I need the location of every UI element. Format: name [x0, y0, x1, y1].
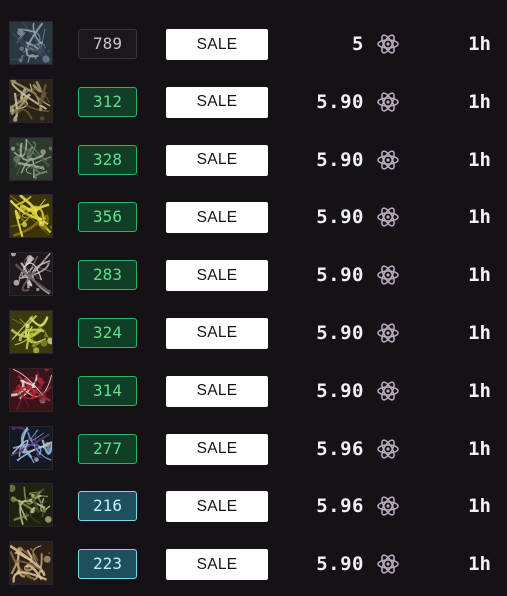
atom-icon	[376, 32, 400, 56]
rank-badge: 312	[78, 86, 137, 117]
rank-badge: 789	[78, 29, 137, 59]
time-remaining: 1h	[468, 33, 491, 55]
nft-thumbnail[interactable]	[9, 541, 53, 586]
atom-icon	[376, 437, 400, 461]
price-value: 5.90	[316, 379, 364, 402]
nft-thumbnail[interactable]	[9, 78, 53, 123]
listing-row: 216 SALE 5.96 1h	[0, 477, 507, 535]
rank-badge: 356	[78, 202, 137, 233]
sale-button[interactable]: SALE	[166, 375, 268, 407]
listing-row: 328 SALE 5.90 1h	[0, 131, 507, 189]
listing-list: 789 SALE 5 1h 312 SALE 5.90 1h 328 SALE …	[0, 15, 507, 593]
time-remaining: 1h	[468, 321, 491, 344]
atom-icon	[376, 321, 400, 345]
atom-icon	[376, 90, 400, 114]
listing-row: 324 SALE 5.90 1h	[0, 304, 507, 362]
price-value: 5.96	[316, 437, 364, 460]
price-value: 5.90	[316, 148, 364, 171]
listing-row: 312 SALE 5.90 1h	[0, 73, 507, 131]
price-value: 5.90	[316, 90, 364, 113]
price-value: 5.90	[316, 264, 364, 287]
time-remaining: 1h	[468, 90, 491, 113]
sale-button[interactable]: SALE	[166, 549, 268, 581]
listing-row: 277 SALE 5.96 1h	[0, 420, 507, 478]
rank-badge: 223	[78, 549, 137, 580]
atom-icon	[376, 205, 400, 229]
time-remaining: 1h	[468, 264, 491, 287]
nft-thumbnail[interactable]	[9, 252, 53, 297]
nft-thumbnail[interactable]	[9, 483, 53, 528]
rank-badge: 277	[78, 433, 137, 464]
sale-button[interactable]: SALE	[166, 86, 268, 118]
listing-row: 314 SALE 5.90 1h	[0, 362, 507, 420]
nft-thumbnail[interactable]	[9, 367, 53, 412]
rank-badge: 314	[78, 375, 137, 406]
sale-button[interactable]: SALE	[166, 29, 268, 60]
atom-icon	[376, 379, 400, 403]
rank-badge: 324	[78, 317, 137, 348]
atom-icon	[376, 494, 400, 518]
time-remaining: 1h	[468, 553, 491, 576]
time-remaining: 1h	[468, 437, 491, 460]
sale-button[interactable]: SALE	[166, 260, 268, 292]
sale-button[interactable]: SALE	[166, 202, 268, 234]
nft-thumbnail[interactable]	[9, 425, 53, 470]
rank-badge: 328	[78, 144, 137, 175]
atom-icon	[376, 552, 400, 576]
time-remaining: 1h	[468, 495, 491, 518]
price-value: 5.90	[316, 321, 364, 344]
nft-thumbnail[interactable]	[9, 136, 53, 181]
nft-thumbnail[interactable]	[9, 309, 53, 354]
listing-row: 223 SALE 5.90 1h	[0, 535, 507, 593]
listing-row: 283 SALE 5.90 1h	[0, 246, 507, 304]
sale-button[interactable]: SALE	[166, 491, 268, 523]
price-value: 5.90	[316, 553, 364, 576]
sale-button[interactable]: SALE	[166, 317, 268, 349]
rank-badge: 216	[78, 491, 137, 522]
nft-thumbnail[interactable]	[9, 21, 53, 65]
time-remaining: 1h	[468, 206, 491, 229]
listing-row: 356 SALE 5.90 1h	[0, 188, 507, 246]
sale-button[interactable]: SALE	[166, 144, 268, 176]
time-remaining: 1h	[468, 148, 491, 171]
price-value: 5.96	[316, 495, 364, 518]
rank-badge: 283	[78, 260, 137, 291]
atom-icon	[376, 148, 400, 172]
price-value: 5.90	[316, 206, 364, 229]
time-remaining: 1h	[468, 379, 491, 402]
price-value: 5	[352, 33, 364, 55]
nft-thumbnail[interactable]	[9, 194, 53, 239]
listing-row: 789 SALE 5 1h	[0, 15, 507, 73]
sale-button[interactable]: SALE	[166, 433, 268, 465]
atom-icon	[376, 263, 400, 287]
